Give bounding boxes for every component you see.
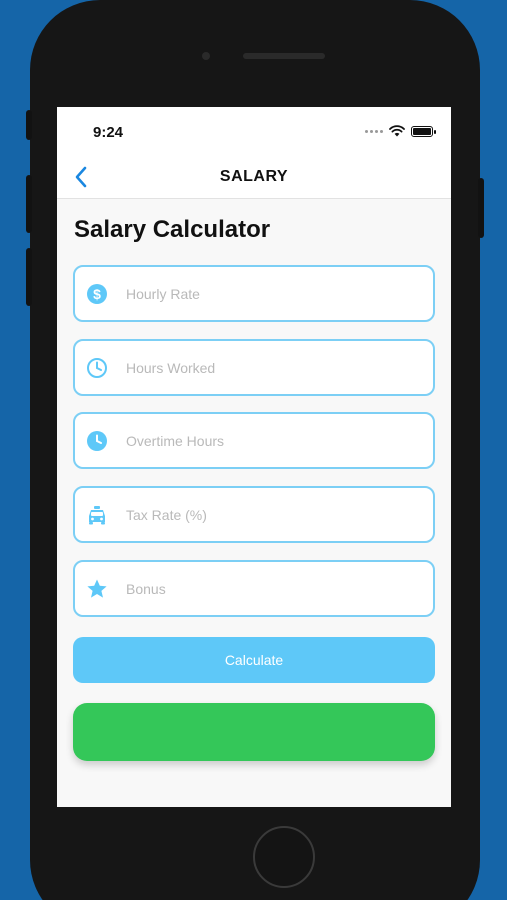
- dollar-circle-icon: $: [86, 283, 108, 305]
- status-bar: 9:24: [57, 107, 451, 155]
- volume-down-button: [26, 248, 32, 306]
- calculate-button-label: Calculate: [224, 652, 284, 668]
- svg-text:$: $: [93, 286, 101, 302]
- wifi-icon: [389, 125, 405, 137]
- signal-icon: [365, 129, 383, 133]
- earpiece-speaker: [243, 53, 325, 59]
- clock-filled-icon: [86, 430, 108, 452]
- app-screen: 9:24 SALARY Salary Calculator $ Hourly R…: [57, 107, 451, 807]
- page-title: Salary Calculator: [74, 216, 271, 243]
- bonus-input[interactable]: [126, 580, 406, 597]
- overtime-hours-field[interactable]: [73, 412, 435, 469]
- battery-icon: [411, 125, 436, 137]
- hours-worked-input[interactable]: [126, 359, 406, 376]
- status-icons: [365, 125, 436, 137]
- star-icon: [86, 578, 108, 600]
- result-box: [73, 703, 435, 761]
- mute-switch: [26, 110, 32, 140]
- power-button: [478, 178, 484, 238]
- hours-worked-field[interactable]: [73, 339, 435, 396]
- tax-rate-field[interactable]: [73, 486, 435, 543]
- home-button[interactable]: [253, 826, 315, 888]
- clock-outline-icon: [86, 357, 108, 379]
- overtime-hours-input[interactable]: [126, 432, 406, 449]
- calculate-button[interactable]: Calculate: [73, 637, 435, 683]
- tax-rate-input[interactable]: [126, 506, 406, 523]
- status-time: 9:24: [93, 124, 124, 141]
- volume-up-button: [26, 175, 32, 233]
- nav-title: SALARY: [219, 168, 289, 185]
- front-camera: [202, 52, 210, 60]
- taxi-icon: [86, 504, 108, 526]
- navigation-bar: SALARY: [57, 155, 451, 199]
- hourly-rate-field[interactable]: $: [73, 265, 435, 322]
- bonus-field[interactable]: [73, 560, 435, 617]
- hourly-rate-input[interactable]: [126, 285, 406, 302]
